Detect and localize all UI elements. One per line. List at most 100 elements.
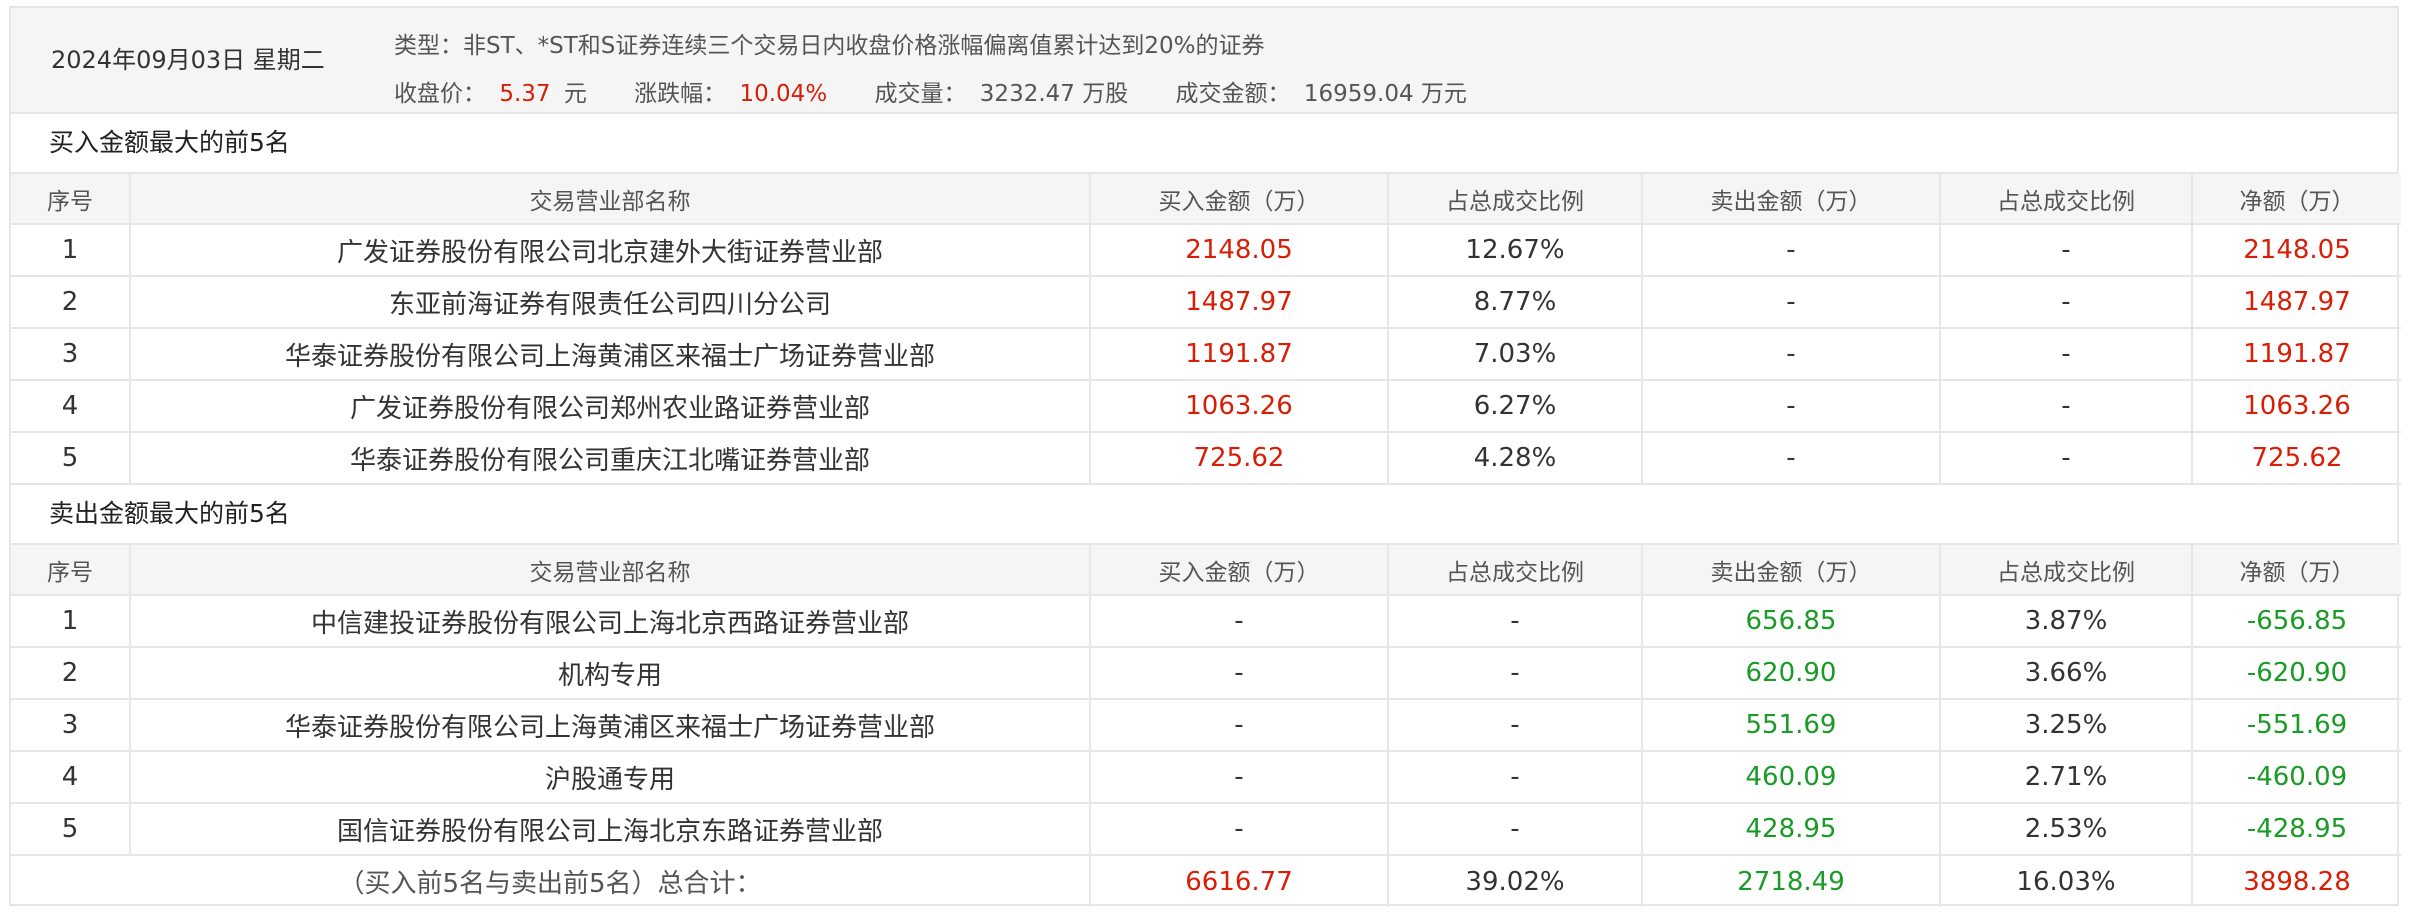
net-amount: -620.90	[2192, 647, 2401, 700]
broker-name[interactable]: 机构专用	[130, 647, 1091, 700]
sell-section-title: 卖出金额最大的前5名	[11, 485, 2397, 545]
close-unit: 元	[563, 81, 587, 107]
table-row: 2 东亚前海证券有限责任公司四川分公司 1487.97 8.77% - - 14…	[11, 276, 2401, 329]
amount-value: 16959.04 万元	[1303, 81, 1467, 107]
col-sell-pct: 占总成交比例	[1940, 174, 2193, 225]
rank: 4	[11, 751, 131, 804]
total-sell: 2718.49	[1642, 855, 1941, 907]
rank: 4	[11, 380, 131, 433]
buy-amount: -	[1090, 803, 1389, 856]
sell-pct: 2.53%	[1940, 803, 2193, 856]
total-row: （买入前5名与卖出前5名）总合计： 6616.77 39.02% 2718.49…	[11, 855, 2401, 907]
net-amount: -428.95	[2192, 803, 2401, 856]
net-amount: 1063.26	[2192, 380, 2401, 433]
col-rank: 序号	[11, 174, 131, 225]
change-value: 10.04%	[739, 81, 828, 107]
sell-pct: 3.66%	[1940, 647, 2193, 700]
table-row: 1 广发证券股份有限公司北京建外大街证券营业部 2148.05 12.67% -…	[11, 224, 2401, 277]
rank: 2	[11, 647, 131, 700]
buy-pct: 8.77%	[1388, 276, 1643, 329]
broker-name[interactable]: 沪股通专用	[130, 751, 1091, 804]
broker-name[interactable]: 华泰证券股份有限公司上海黄浦区来福士广场证券营业部	[130, 328, 1091, 381]
broker-name[interactable]: 广发证券股份有限公司郑州农业路证券营业部	[130, 380, 1091, 433]
close-label: 收盘价：	[394, 81, 486, 107]
col-net: 净额（万）	[2192, 174, 2401, 225]
buy-pct: -	[1388, 699, 1643, 752]
net-amount: 1487.97	[2192, 276, 2401, 329]
sell-amount: -	[1642, 328, 1941, 381]
sell-amount: -	[1642, 276, 1941, 329]
sell-table: 序号 交易营业部名称 买入金额（万） 占总成交比例 卖出金额（万） 占总成交比例…	[11, 545, 2401, 907]
total-buy: 6616.77	[1090, 855, 1389, 907]
buy-amount: 1063.26	[1090, 380, 1389, 433]
col-net: 净额（万）	[2192, 545, 2401, 596]
col-buy: 买入金额（万）	[1090, 174, 1389, 225]
buy-section-title: 买入金额最大的前5名	[11, 114, 2397, 174]
sell-amount: -	[1642, 380, 1941, 433]
col-sell: 卖出金额（万）	[1642, 545, 1941, 596]
net-amount: 725.62	[2192, 432, 2401, 485]
trade-date: 2024年09月03日 星期二	[51, 46, 325, 74]
sell-pct: -	[1940, 328, 2193, 381]
table-row: 5 国信证券股份有限公司上海北京东路证券营业部 - - 428.95 2.53%…	[11, 803, 2401, 856]
rank: 3	[11, 699, 131, 752]
total-sell-pct: 16.03%	[1940, 855, 2193, 907]
sell-pct: -	[1940, 380, 2193, 433]
col-buy-pct: 占总成交比例	[1388, 545, 1643, 596]
sell-amount: -	[1642, 432, 1941, 485]
buy-amount: 1487.97	[1090, 276, 1389, 329]
col-sell-pct: 占总成交比例	[1940, 545, 2193, 596]
broker-name[interactable]: 华泰证券股份有限公司上海黄浦区来福士广场证券营业部	[130, 699, 1091, 752]
broker-name[interactable]: 中信建投证券股份有限公司上海北京西路证券营业部	[130, 595, 1091, 648]
sell-pct: 2.71%	[1940, 751, 2193, 804]
buy-amount: -	[1090, 647, 1389, 700]
col-buy-pct: 占总成交比例	[1388, 174, 1643, 225]
sell-pct: -	[1940, 432, 2193, 485]
sell-pct: 3.25%	[1940, 699, 2193, 752]
net-amount: 1191.87	[2192, 328, 2401, 381]
total-buy-pct: 39.02%	[1388, 855, 1643, 907]
sell-pct: -	[1940, 276, 2193, 329]
sell-pct: -	[1940, 224, 2193, 277]
listing-reason: 类型：非ST、*ST和S证券连续三个交易日内收盘价格涨幅偏离值累计达到20%的证…	[394, 26, 1265, 60]
sell-amount: 656.85	[1642, 595, 1941, 648]
total-net: 3898.28	[2243, 866, 2351, 897]
table-row: 4 广发证券股份有限公司郑州农业路证券营业部 1063.26 6.27% - -…	[11, 380, 2401, 433]
summary-header: 2024年09月03日 星期二 类型：非ST、*ST和S证券连续三个交易日内收盘…	[11, 8, 2397, 114]
sell-table-header: 序号 交易营业部名称 买入金额（万） 占总成交比例 卖出金额（万） 占总成交比例…	[11, 545, 2401, 596]
col-name: 交易营业部名称	[130, 545, 1091, 596]
rank: 3	[11, 328, 131, 381]
rank: 5	[11, 432, 131, 485]
volume-label: 成交量：	[874, 81, 967, 107]
broker-name[interactable]: 东亚前海证券有限责任公司四川分公司	[130, 276, 1091, 329]
rank: 1	[11, 224, 131, 277]
buy-pct: -	[1388, 751, 1643, 804]
table-row: 4 沪股通专用 - - 460.09 2.71% -460.09	[11, 751, 2401, 804]
net-amount: 2148.05	[2192, 224, 2401, 277]
buy-amount: -	[1090, 595, 1389, 648]
table-row: 2 机构专用 - - 620.90 3.66% -620.90	[11, 647, 2401, 700]
type-value: 非ST、*ST和S证券连续三个交易日内收盘价格涨幅偏离值累计达到20%的证券	[463, 33, 1265, 59]
broker-name[interactable]: 国信证券股份有限公司上海北京东路证券营业部	[130, 803, 1091, 856]
sell-amount: 551.69	[1642, 699, 1941, 752]
rank: 1	[11, 595, 131, 648]
rank: 2	[11, 276, 131, 329]
rank: 5	[11, 803, 131, 856]
price-stats: 收盘价： 5.37 元 涨跌幅： 10.04% 成交量： 3232.47 万股 …	[394, 74, 1467, 108]
net-amount: -656.85	[2192, 595, 2401, 648]
broker-name[interactable]: 华泰证券股份有限公司重庆江北嘴证券营业部	[130, 432, 1091, 485]
buy-pct: 6.27%	[1388, 380, 1643, 433]
buy-pct: -	[1388, 595, 1643, 648]
sell-pct: 3.87%	[1940, 595, 2193, 648]
sell-amount: -	[1642, 224, 1941, 277]
buy-pct: -	[1388, 647, 1643, 700]
table-row: 3 华泰证券股份有限公司上海黄浦区来福士广场证券营业部 1191.87 7.03…	[11, 328, 2401, 381]
table-row: 5 华泰证券股份有限公司重庆江北嘴证券营业部 725.62 4.28% - - …	[11, 432, 2401, 485]
buy-amount: 1191.87	[1090, 328, 1389, 381]
broker-name[interactable]: 广发证券股份有限公司北京建外大街证券营业部	[130, 224, 1091, 277]
volume-value: 3232.47 万股	[979, 81, 1129, 107]
amount-label: 成交金额：	[1175, 81, 1291, 107]
buy-amount: -	[1090, 751, 1389, 804]
col-name: 交易营业部名称	[130, 174, 1091, 225]
col-sell: 卖出金额（万）	[1642, 174, 1941, 225]
